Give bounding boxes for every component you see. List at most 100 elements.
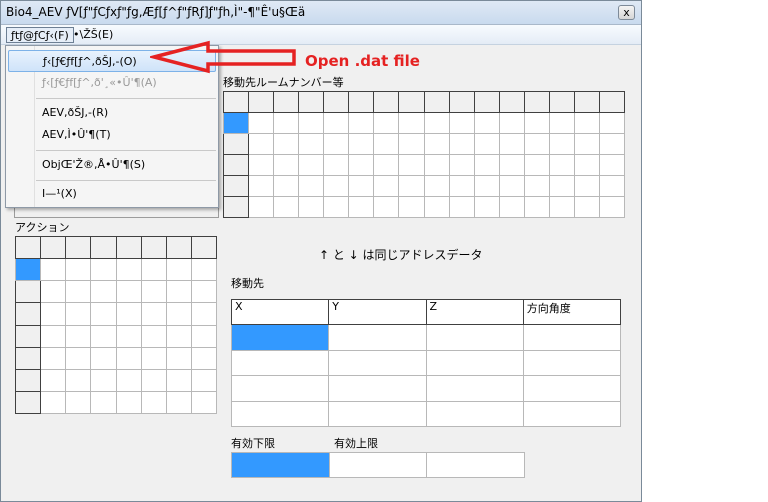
grid-cell[interactable]	[448, 133, 475, 155]
grid-cell[interactable]	[323, 154, 350, 176]
grid-cell[interactable]	[423, 133, 450, 155]
grid-cell[interactable]	[65, 324, 92, 348]
grid-cell[interactable]	[222, 175, 250, 197]
grid-cell[interactable]	[548, 133, 575, 155]
grid-cell[interactable]	[498, 196, 525, 218]
grid-cell[interactable]	[222, 133, 250, 155]
grid-cell[interactable]	[498, 133, 525, 155]
grid-cell[interactable]	[90, 324, 117, 348]
grid-cell[interactable]	[190, 302, 218, 326]
grid-cell[interactable]	[573, 196, 600, 218]
grid-cell[interactable]	[273, 175, 300, 197]
table-cell[interactable]	[522, 324, 622, 351]
grid-cell[interactable]	[40, 302, 67, 326]
grid-cell[interactable]	[40, 258, 67, 282]
grid-cell[interactable]	[248, 196, 275, 218]
grid-cell[interactable]	[65, 258, 92, 282]
table-cell[interactable]	[230, 324, 330, 351]
grid-cell[interactable]	[298, 196, 325, 218]
grid-header-cell[interactable]	[398, 91, 425, 113]
grid-cell[interactable]	[14, 390, 42, 415]
menu-display[interactable]: •\ŽŠ(E)	[69, 27, 117, 43]
grid-cell[interactable]	[222, 154, 250, 176]
grid-cell[interactable]	[573, 175, 600, 197]
grid-cell[interactable]	[298, 133, 325, 155]
grid-cell[interactable]	[473, 154, 500, 176]
grid-cell[interactable]	[523, 112, 550, 134]
table-cell[interactable]	[230, 349, 330, 377]
grid-cell[interactable]	[348, 175, 375, 197]
grid-cell[interactable]	[222, 112, 250, 134]
table-cell[interactable]	[425, 400, 524, 428]
grid-cell[interactable]	[165, 390, 192, 415]
grid-header-cell[interactable]	[165, 235, 192, 260]
grid-cell[interactable]	[65, 302, 92, 326]
grid-cell[interactable]	[448, 196, 475, 218]
grid-cell[interactable]	[140, 324, 167, 348]
grid-cell[interactable]	[598, 154, 626, 176]
grid-cell[interactable]	[398, 175, 425, 197]
grid-cell[interactable]	[65, 346, 92, 370]
grid-cell[interactable]	[373, 154, 400, 176]
grid-cell[interactable]	[423, 196, 450, 218]
grid-cell[interactable]	[323, 133, 350, 155]
grid-cell[interactable]	[165, 258, 192, 282]
grid-cell[interactable]	[140, 368, 167, 392]
grid-cell[interactable]	[90, 368, 117, 392]
grid-header-cell[interactable]	[115, 235, 142, 260]
grid-header-cell[interactable]	[423, 91, 450, 113]
grid-cell[interactable]	[423, 175, 450, 197]
grid-header-cell[interactable]	[348, 91, 375, 113]
grid-header-cell[interactable]	[373, 91, 400, 113]
grid-cell[interactable]	[248, 175, 275, 197]
grid-header-cell[interactable]	[523, 91, 550, 113]
grid-cell[interactable]	[40, 280, 67, 304]
grid-cell[interactable]	[573, 133, 600, 155]
grid-cell[interactable]	[115, 368, 142, 392]
grid-cell[interactable]	[448, 175, 475, 197]
grid-cell[interactable]	[165, 368, 192, 392]
grid-cell[interactable]	[248, 154, 275, 176]
grid-header-cell[interactable]	[248, 91, 275, 113]
grid-cell[interactable]	[115, 346, 142, 370]
grid-header-cell[interactable]	[90, 235, 117, 260]
grid-cell[interactable]	[373, 175, 400, 197]
grid-header-cell[interactable]	[14, 235, 42, 260]
grid-cell[interactable]	[373, 112, 400, 134]
grid-cell[interactable]	[273, 112, 300, 134]
grid-cell[interactable]	[165, 324, 192, 348]
grid-cell[interactable]	[598, 175, 626, 197]
grid-cell[interactable]	[14, 346, 42, 370]
grid-cell[interactable]	[473, 133, 500, 155]
menu-save-obj-format[interactable]: ObjŒ'Ž®,Å•Û'¶(S)	[8, 154, 216, 176]
grid-cell[interactable]	[598, 196, 626, 218]
grid-cell[interactable]	[14, 302, 42, 326]
valid-lower-cell[interactable]	[231, 452, 330, 478]
grid-cell[interactable]	[40, 368, 67, 392]
destination-table[interactable]: X Y Z 方向角度	[230, 298, 622, 428]
grid-cell[interactable]	[473, 112, 500, 134]
grid-cell[interactable]	[473, 196, 500, 218]
grid-cell[interactable]	[498, 112, 525, 134]
grid-header-cell[interactable]	[323, 91, 350, 113]
grid-cell[interactable]	[90, 258, 117, 282]
grid-cell[interactable]	[40, 324, 67, 348]
grid-cell[interactable]	[323, 196, 350, 218]
grid-cell[interactable]	[473, 175, 500, 197]
grid-cell[interactable]	[548, 154, 575, 176]
grid-cell[interactable]	[548, 175, 575, 197]
grid-cell[interactable]	[523, 196, 550, 218]
grid-cell[interactable]	[65, 390, 92, 415]
grid-cell[interactable]	[90, 280, 117, 304]
grid-cell[interactable]	[398, 133, 425, 155]
room-number-grid[interactable]	[222, 91, 626, 218]
grid-header-cell[interactable]	[222, 91, 250, 113]
grid-cell[interactable]	[14, 258, 42, 282]
grid-cell[interactable]	[573, 112, 600, 134]
action-grid[interactable]	[14, 235, 218, 415]
grid-cell[interactable]	[140, 258, 167, 282]
table-cell[interactable]	[425, 324, 524, 351]
grid-cell[interactable]	[523, 133, 550, 155]
grid-cell[interactable]	[165, 302, 192, 326]
grid-cell[interactable]	[523, 154, 550, 176]
